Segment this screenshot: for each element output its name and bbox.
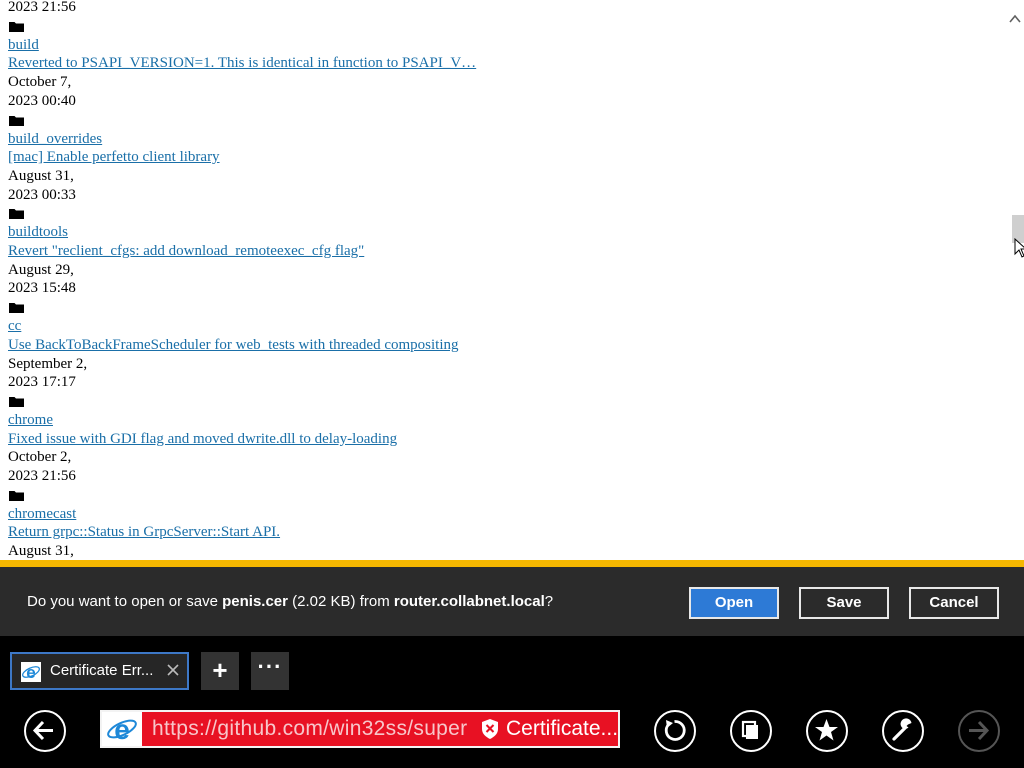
folder-icon bbox=[9, 21, 24, 32]
folder-icon-row bbox=[8, 111, 998, 130]
page-viewport: 2023 21:56 build Reverted to PSAPI_VERSIO… bbox=[0, 0, 1024, 560]
site-icon-box: e bbox=[102, 712, 142, 746]
refresh-icon bbox=[664, 720, 686, 741]
directory-entry: buildtools Revert "reclient_cfgs: add dow… bbox=[8, 204, 998, 298]
directory-entry: chrome Fixed issue with GDI flag and move… bbox=[8, 392, 998, 486]
entry-date-line: August 31, bbox=[8, 543, 74, 560]
vertical-scrollbar[interactable] bbox=[1006, 0, 1024, 560]
folder-icon bbox=[9, 115, 24, 126]
entry-time-line: 2023 00:40 bbox=[8, 92, 76, 109]
tab-options-button[interactable]: ··· bbox=[251, 652, 289, 690]
url-field[interactable]: https://github.com/win32ss/super bbox=[152, 717, 467, 741]
download-host: router.collabnet.local bbox=[393, 593, 545, 610]
folder-icon bbox=[9, 303, 24, 314]
entry-date-line: September 2, bbox=[8, 355, 88, 372]
entry-time-line: 2023 21:56 bbox=[8, 468, 76, 485]
directory-listing: 2023 21:56 build Reverted to PSAPI_VERSIO… bbox=[8, 0, 998, 560]
commit-message-link[interactable]: Revert "reclient_cfgs: add download_remo… bbox=[8, 243, 364, 259]
download-size: (2.02 KB) from bbox=[288, 593, 394, 610]
commit-message-link[interactable]: Reverted to PSAPI_VERSION=1. This is ide… bbox=[8, 55, 476, 71]
download-notification-bar: Do you want to open or save penis.cer (2… bbox=[0, 560, 1024, 636]
folder-name-link[interactable]: build bbox=[8, 37, 39, 53]
ie-logo-icon: e bbox=[21, 662, 41, 682]
address-bar[interactable]: e https://github.com/win32ss/super Certi… bbox=[100, 710, 620, 748]
ie-logo-icon: e bbox=[107, 714, 137, 744]
download-prompt-text: Do you want to open or save penis.cer (2… bbox=[27, 593, 553, 610]
cancel-button[interactable]: Cancel bbox=[909, 587, 999, 619]
folder-name-link[interactable]: cc bbox=[8, 318, 21, 334]
folder-name-link[interactable]: chromecast bbox=[8, 506, 76, 522]
forward-arrow-icon bbox=[969, 720, 990, 741]
folder-name-link[interactable]: buildtools bbox=[8, 224, 68, 240]
star-icon bbox=[815, 719, 838, 741]
folder-icon bbox=[9, 396, 24, 407]
tab-title: Certificate Err... bbox=[50, 662, 154, 679]
favorites-button[interactable] bbox=[806, 710, 848, 752]
tab-certificate-error[interactable]: e Certificate Err... bbox=[10, 652, 189, 690]
prompt-prefix: Do you want to open or save bbox=[27, 593, 223, 610]
folder-name-link[interactable]: chrome bbox=[8, 412, 53, 428]
folder-icon-row bbox=[8, 392, 998, 411]
tabs-icon bbox=[741, 720, 758, 739]
entry-date-line: August 29, bbox=[8, 261, 74, 278]
prompt-suffix: ? bbox=[544, 593, 554, 610]
svg-text:e: e bbox=[114, 714, 130, 744]
directory-entry: build_overrides [mac] Enable perfetto cli… bbox=[8, 111, 998, 205]
folder-name-link[interactable]: build_overrides bbox=[8, 131, 102, 147]
folder-icon-row bbox=[8, 298, 998, 317]
svg-text:e: e bbox=[26, 663, 35, 682]
new-tab-button[interactable]: + bbox=[201, 652, 239, 690]
entry-time-line: 2023 00:33 bbox=[8, 186, 76, 203]
page-tools-button[interactable] bbox=[882, 710, 924, 752]
folder-icon-row bbox=[8, 17, 998, 36]
navigation-bar: e https://github.com/win32ss/super Certi… bbox=[0, 702, 1024, 768]
entry-date-line: October 2, bbox=[8, 449, 72, 466]
commit-message-link[interactable]: Use BackToBackFrameScheduler for web_tes… bbox=[8, 337, 459, 353]
scroll-up-arrow-icon[interactable] bbox=[1008, 12, 1022, 26]
save-button[interactable]: Save bbox=[799, 587, 889, 619]
directory-entry: cc Use BackToBackFrameScheduler for web_t… bbox=[8, 298, 998, 392]
commit-message-link[interactable]: Fixed issue with GDI flag and moved dwri… bbox=[8, 431, 397, 447]
directory-entry: chromecastReturn grpc::Status in GrpcSer… bbox=[8, 486, 998, 560]
entry-time-line: 2023 15:48 bbox=[8, 280, 76, 297]
folder-icon bbox=[9, 490, 24, 501]
back-arrow-icon bbox=[32, 720, 53, 741]
entry-time-line: 2023 17:17 bbox=[8, 374, 76, 391]
open-button[interactable]: Open bbox=[689, 587, 779, 619]
tab-bar: e Certificate Err... + ··· bbox=[0, 636, 1024, 702]
back-button[interactable] bbox=[24, 710, 66, 752]
refresh-button[interactable] bbox=[654, 710, 696, 752]
download-filename: penis.cer bbox=[222, 593, 288, 610]
folder-icon-row bbox=[8, 204, 998, 223]
forward-button[interactable] bbox=[958, 710, 1000, 752]
shield-x-icon[interactable] bbox=[480, 718, 500, 740]
entry-date-line: October 7, bbox=[8, 74, 72, 91]
folder-icon-row bbox=[8, 486, 998, 505]
tabs-button[interactable] bbox=[730, 710, 772, 752]
close-icon[interactable] bbox=[166, 663, 180, 677]
folder-icon bbox=[9, 209, 24, 220]
entry-date-line: 2023 21:56 bbox=[8, 0, 76, 15]
entry-date-line: August 31, bbox=[8, 167, 74, 184]
directory-entry: build Reverted to PSAPI_VERSION=1. This i… bbox=[8, 17, 998, 111]
commit-message-link[interactable]: Return grpc::Status in GrpcServer::Start… bbox=[8, 524, 280, 540]
mouse-cursor-icon bbox=[1014, 238, 1024, 258]
wrench-icon bbox=[892, 718, 912, 741]
certificate-error-label[interactable]: Certificate... bbox=[506, 717, 618, 741]
commit-message-link[interactable]: [mac] Enable perfetto client library bbox=[8, 149, 220, 165]
